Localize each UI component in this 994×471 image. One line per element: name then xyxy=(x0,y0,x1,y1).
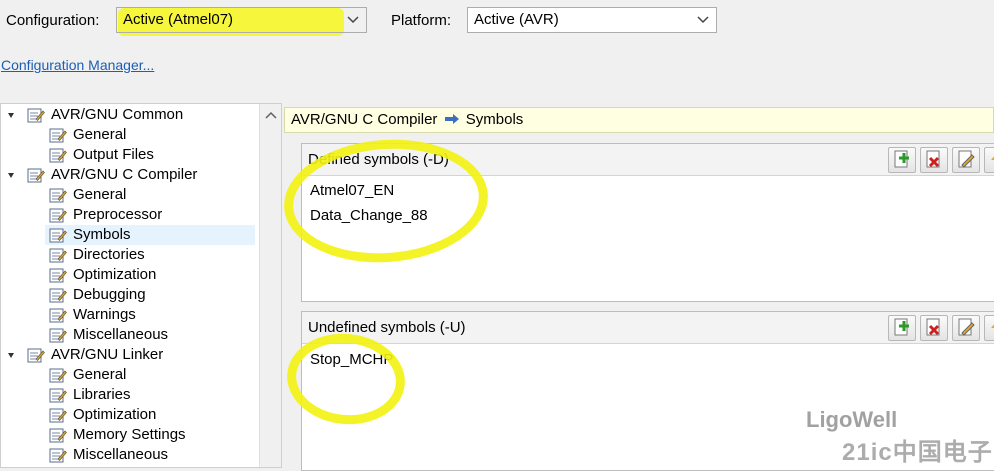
tree-item[interactable]: Warnings xyxy=(45,305,255,325)
edit-item-icon xyxy=(958,318,975,336)
property-page-icon xyxy=(49,188,67,203)
tree-item[interactable]: Directories xyxy=(45,245,255,265)
defined-symbol-item[interactable]: Atmel07_EN xyxy=(310,182,394,199)
defined-symbol-item[interactable]: Data_Change_88 xyxy=(310,207,428,224)
tree-item[interactable]: General xyxy=(45,125,255,145)
tree-item[interactable]: Optimization xyxy=(45,265,255,285)
tree-label: Memory Settings xyxy=(73,426,186,443)
chevron-down-icon xyxy=(347,16,359,24)
defined-symbols-title: Defined symbols (-D) xyxy=(308,151,449,168)
breadcrumb-page: Symbols xyxy=(465,111,524,128)
tree-label: Miscellaneous xyxy=(73,446,169,463)
property-page-icon xyxy=(49,328,67,343)
tree-label: Output Files xyxy=(73,146,154,163)
tree-group[interactable]: AVR/GNU C Compiler xyxy=(5,165,255,185)
tree-item[interactable]: Debugging xyxy=(45,285,255,305)
tree-item[interactable]: Memory Settings xyxy=(45,425,255,445)
tree-label: Directories xyxy=(73,246,145,263)
tree-label: Debugging xyxy=(73,286,146,303)
property-page-icon xyxy=(49,288,67,303)
add-symbol-button[interactable] xyxy=(888,315,916,341)
property-page-icon xyxy=(49,408,67,423)
property-page-icon xyxy=(49,428,67,443)
tree-item[interactable]: Output Files xyxy=(45,145,255,165)
property-page-icon xyxy=(49,228,67,243)
tree-label: Optimization xyxy=(73,266,157,283)
property-page-icon xyxy=(27,348,45,363)
tree-item[interactable]: General xyxy=(45,185,255,205)
tree-label: AVR/GNU Common xyxy=(51,106,184,123)
expand-toggle-icon[interactable] xyxy=(5,165,19,185)
tree-label: Optimization xyxy=(73,406,157,423)
add-item-icon xyxy=(894,150,909,168)
tree-item[interactable]: Symbols xyxy=(45,225,255,245)
property-page-icon xyxy=(49,128,67,143)
move-up-button[interactable] xyxy=(984,147,994,173)
tree-item[interactable]: Optimization xyxy=(45,405,255,425)
tree-label: Libraries xyxy=(73,386,131,403)
configuration-value: Active (Atmel07) xyxy=(123,11,234,28)
undefined-symbols-title: Undefined symbols (-U) xyxy=(308,319,466,336)
scroll-up-icon[interactable] xyxy=(265,110,277,120)
edit-symbol-button[interactable] xyxy=(952,315,980,341)
watermark-secondary: 21ic中国电子网 xyxy=(842,439,994,466)
tree-item[interactable]: Preprocessor xyxy=(45,205,255,225)
tree-label: AVR/GNU Linker xyxy=(51,346,164,363)
tree-label: General xyxy=(73,126,127,143)
platform-value: Active (AVR) xyxy=(474,11,559,28)
property-page-icon xyxy=(49,368,67,383)
breadcrumb-section: AVR/GNU C Compiler xyxy=(291,111,438,128)
tree-label: AVR/GNU C Compiler xyxy=(51,166,198,183)
chevron-down-icon xyxy=(697,16,709,24)
add-item-icon xyxy=(894,318,909,336)
tree-group[interactable]: AVR/GNU Linker xyxy=(5,345,255,365)
configuration-select[interactable]: Active (Atmel07) xyxy=(116,7,367,33)
settings-tree: AVR/GNU Common General Output Files AVR/GNU… xyxy=(0,103,282,468)
move-up-icon xyxy=(991,156,994,160)
delete-symbol-button[interactable] xyxy=(920,147,948,173)
property-page-icon xyxy=(49,388,67,403)
arrow-right-icon xyxy=(444,114,459,124)
tree-item[interactable]: General xyxy=(45,365,255,385)
property-page-icon xyxy=(49,268,67,283)
defined-symbols-panel: Defined symbols (-D) Atmel07_EN Data_Cha… xyxy=(301,143,994,302)
property-page-icon xyxy=(49,248,67,263)
tree-label: General xyxy=(73,366,127,383)
expand-toggle-icon[interactable] xyxy=(5,105,19,125)
tree-label: Preprocessor xyxy=(73,206,163,223)
edit-item-icon xyxy=(958,150,975,168)
delete-item-icon xyxy=(926,150,940,168)
platform-label: Platform: xyxy=(391,12,452,29)
watermark-primary: LigoWell xyxy=(806,407,898,432)
add-symbol-button[interactable] xyxy=(888,147,916,173)
delete-symbol-button[interactable] xyxy=(920,315,948,341)
configuration-label: Configuration: xyxy=(6,12,100,29)
property-page-icon xyxy=(49,308,67,323)
move-up-button[interactable] xyxy=(984,315,994,341)
tree-label: General xyxy=(73,186,127,203)
tree-label: Miscellaneous xyxy=(73,326,169,343)
platform-select[interactable]: Active (AVR) xyxy=(467,7,717,33)
undefined-symbol-item[interactable]: Stop_MCHP xyxy=(310,351,393,368)
property-page-icon xyxy=(27,168,45,183)
tree-scrollbar[interactable] xyxy=(259,104,281,467)
edit-symbol-button[interactable] xyxy=(952,147,980,173)
tree-group[interactable]: AVR/GNU Common xyxy=(5,105,255,125)
property-page-icon xyxy=(49,448,67,463)
expand-toggle-icon[interactable] xyxy=(5,345,19,365)
tree-label: Warnings xyxy=(73,306,136,323)
property-page-icon xyxy=(49,208,67,223)
move-up-icon xyxy=(991,324,994,328)
breadcrumb: AVR/GNU C Compiler Symbols xyxy=(284,107,994,133)
property-page-icon xyxy=(27,108,45,123)
delete-item-icon xyxy=(926,318,940,336)
tree-label: Symbols xyxy=(73,226,131,243)
tree-item[interactable]: Miscellaneous xyxy=(45,445,255,465)
tree-item[interactable]: Miscellaneous xyxy=(45,325,255,345)
tree-item[interactable]: Libraries xyxy=(45,385,255,405)
configuration-manager-link[interactable]: Configuration Manager... xyxy=(1,57,154,73)
property-page-icon xyxy=(49,148,67,163)
